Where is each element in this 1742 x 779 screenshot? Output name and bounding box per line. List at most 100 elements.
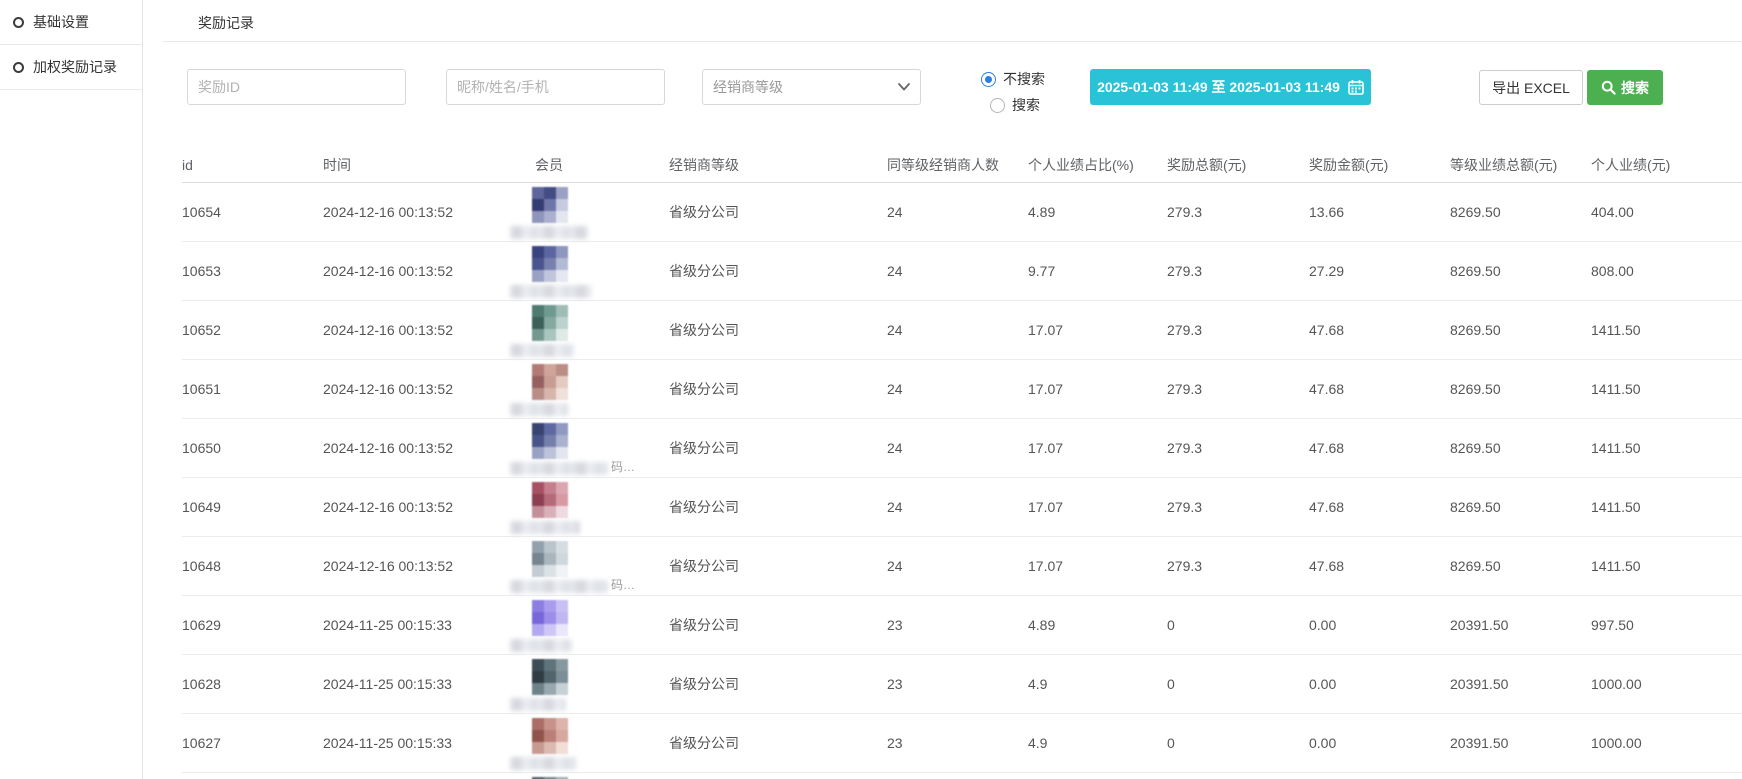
cell-reward-total xyxy=(1167,772,1309,779)
cell-time: 2024-12-16 00:13:52 xyxy=(323,359,535,418)
table-row: 106272024-11-25 00:15:33省级分公司234.900.002… xyxy=(182,713,1742,772)
sidebar-item-label: 加权奖励记录 xyxy=(33,57,117,77)
cell-reward-total: 279.3 xyxy=(1167,359,1309,418)
cell-peer-count: 24 xyxy=(887,536,1028,595)
date-range-picker-button[interactable]: 2025-01-03 11:49 至 2025-01-03 11:49 xyxy=(1090,69,1371,105)
column-header: 会员 xyxy=(535,148,669,182)
cell-member xyxy=(535,359,669,418)
table-row xyxy=(182,772,1742,779)
member-info xyxy=(510,242,644,298)
member-name-blurred xyxy=(510,757,576,770)
cell-id: 10648 xyxy=(182,536,323,595)
member-name-blurred xyxy=(510,226,588,239)
cell-member xyxy=(535,182,669,241)
search-mode-radio-group: 不搜索 搜索 xyxy=(981,70,1045,114)
column-header: 时间 xyxy=(323,148,535,182)
cell-peer-count: 24 xyxy=(887,300,1028,359)
member-name-blurred xyxy=(510,462,608,475)
radio-ring-icon xyxy=(13,17,24,28)
cell-member xyxy=(535,241,669,300)
column-header: 个人业绩占比(%) xyxy=(1028,148,1167,182)
sidebar-item-label: 基础设置 xyxy=(33,12,89,32)
dealer-level-select[interactable]: 经销商等级 xyxy=(702,69,921,105)
reward-id-input[interactable] xyxy=(187,69,406,105)
reward-records-table: id时间会员经销商等级同等级经销商人数个人业绩占比(%)奖励总额(元)奖励金额(… xyxy=(182,148,1742,779)
cell-personal-ratio: 17.07 xyxy=(1028,477,1167,536)
column-header: 等级业绩总额(元) xyxy=(1450,148,1591,182)
member-avatar xyxy=(532,246,568,282)
cell-reward-total: 279.3 xyxy=(1167,241,1309,300)
cell-reward-amount: 47.68 xyxy=(1309,300,1450,359)
cell-level-performance-total: 8269.50 xyxy=(1450,300,1591,359)
cell-reward-amount: 0.00 xyxy=(1309,654,1450,713)
cell-level-performance-total: 20391.50 xyxy=(1450,713,1591,772)
cell-personal-performance: 1411.50 xyxy=(1591,418,1742,477)
cell-level-performance-total: 20391.50 xyxy=(1450,654,1591,713)
cell-reward-amount: 27.29 xyxy=(1309,241,1450,300)
cell-personal-ratio: 9.77 xyxy=(1028,241,1167,300)
cell-level-performance-total: 8269.50 xyxy=(1450,241,1591,300)
radio-no-search-label: 不搜索 xyxy=(1003,69,1045,89)
cell-reward-amount: 13.66 xyxy=(1309,182,1450,241)
cell-reward-total: 0 xyxy=(1167,595,1309,654)
table-header-row: id时间会员经销商等级同等级经销商人数个人业绩占比(%)奖励总额(元)奖励金额(… xyxy=(182,148,1742,182)
sidebar-item-weighted-reward-records[interactable]: 加权奖励记录 xyxy=(0,45,142,90)
cell-reward-amount: 47.68 xyxy=(1309,536,1450,595)
cell-time: 2024-11-25 00:15:33 xyxy=(323,595,535,654)
calendar-icon xyxy=(1348,79,1364,95)
radio-search[interactable]: 搜索 xyxy=(990,96,1045,114)
radio-unselected-icon xyxy=(990,98,1005,113)
member-name-blurred xyxy=(510,403,568,416)
search-icon xyxy=(1601,80,1616,95)
cell-peer-count: 24 xyxy=(887,477,1028,536)
cell-level-performance-total: 8269.50 xyxy=(1450,359,1591,418)
radio-search-label: 搜索 xyxy=(1012,95,1040,115)
cell-personal-ratio: 4.9 xyxy=(1028,713,1167,772)
cell-peer-count xyxy=(887,772,1028,779)
chevron-down-icon xyxy=(898,83,910,91)
main-content: 奖励记录 经销商等级 不搜索 搜索 2025-01-03 11:49 至 202… xyxy=(143,0,1742,779)
member-name-blurred xyxy=(510,698,566,711)
cell-id: 10649 xyxy=(182,477,323,536)
cell-reward-total: 279.3 xyxy=(1167,418,1309,477)
column-header: 个人业绩(元) xyxy=(1591,148,1742,182)
cell-reward-amount: 47.68 xyxy=(1309,418,1450,477)
cell-personal-performance xyxy=(1591,772,1742,779)
member-info xyxy=(510,478,644,534)
cell-id: 10628 xyxy=(182,654,323,713)
cell-personal-performance: 1411.50 xyxy=(1591,536,1742,595)
cell-dealer-level: 省级分公司 xyxy=(669,713,887,772)
cell-reward-total: 0 xyxy=(1167,713,1309,772)
cell-dealer-level: 省级分公司 xyxy=(669,359,887,418)
table-row: 106282024-11-25 00:15:33省级分公司234.900.002… xyxy=(182,654,1742,713)
table-row: 106542024-12-16 00:13:52省级分公司244.89279.3… xyxy=(182,182,1742,241)
cell-personal-ratio: 4.9 xyxy=(1028,654,1167,713)
member-avatar xyxy=(532,659,568,695)
cell-personal-ratio xyxy=(1028,772,1167,779)
member-info xyxy=(510,596,644,652)
radio-no-search[interactable]: 不搜索 xyxy=(981,70,1045,88)
cell-personal-performance: 1411.50 xyxy=(1591,359,1742,418)
cell-reward-amount: 0.00 xyxy=(1309,713,1450,772)
cell-level-performance-total: 8269.50 xyxy=(1450,536,1591,595)
table-row: 106502024-12-16 00:13:52码…省级分公司2417.0727… xyxy=(182,418,1742,477)
cell-id xyxy=(182,772,323,779)
cell-personal-ratio: 4.89 xyxy=(1028,595,1167,654)
export-excel-button[interactable]: 导出 EXCEL xyxy=(1479,70,1583,105)
table-row: 106492024-12-16 00:13:52省级分公司2417.07279.… xyxy=(182,477,1742,536)
search-button[interactable]: 搜索 xyxy=(1587,70,1663,105)
cell-level-performance-total xyxy=(1450,772,1591,779)
cell-personal-ratio: 17.07 xyxy=(1028,536,1167,595)
cell-id: 10629 xyxy=(182,595,323,654)
member-info xyxy=(510,655,644,711)
cell-time: 2024-12-16 00:13:52 xyxy=(323,536,535,595)
nickname-name-phone-input[interactable] xyxy=(446,69,665,105)
sidebar-item-basic-settings[interactable]: 基础设置 xyxy=(0,0,142,45)
cell-personal-ratio: 17.07 xyxy=(1028,418,1167,477)
cell-id: 10627 xyxy=(182,713,323,772)
cell-personal-ratio: 4.89 xyxy=(1028,182,1167,241)
member-avatar xyxy=(532,423,568,459)
sidebar: 基础设置 加权奖励记录 xyxy=(0,0,143,779)
radio-ring-icon xyxy=(13,62,24,73)
cell-peer-count: 24 xyxy=(887,359,1028,418)
